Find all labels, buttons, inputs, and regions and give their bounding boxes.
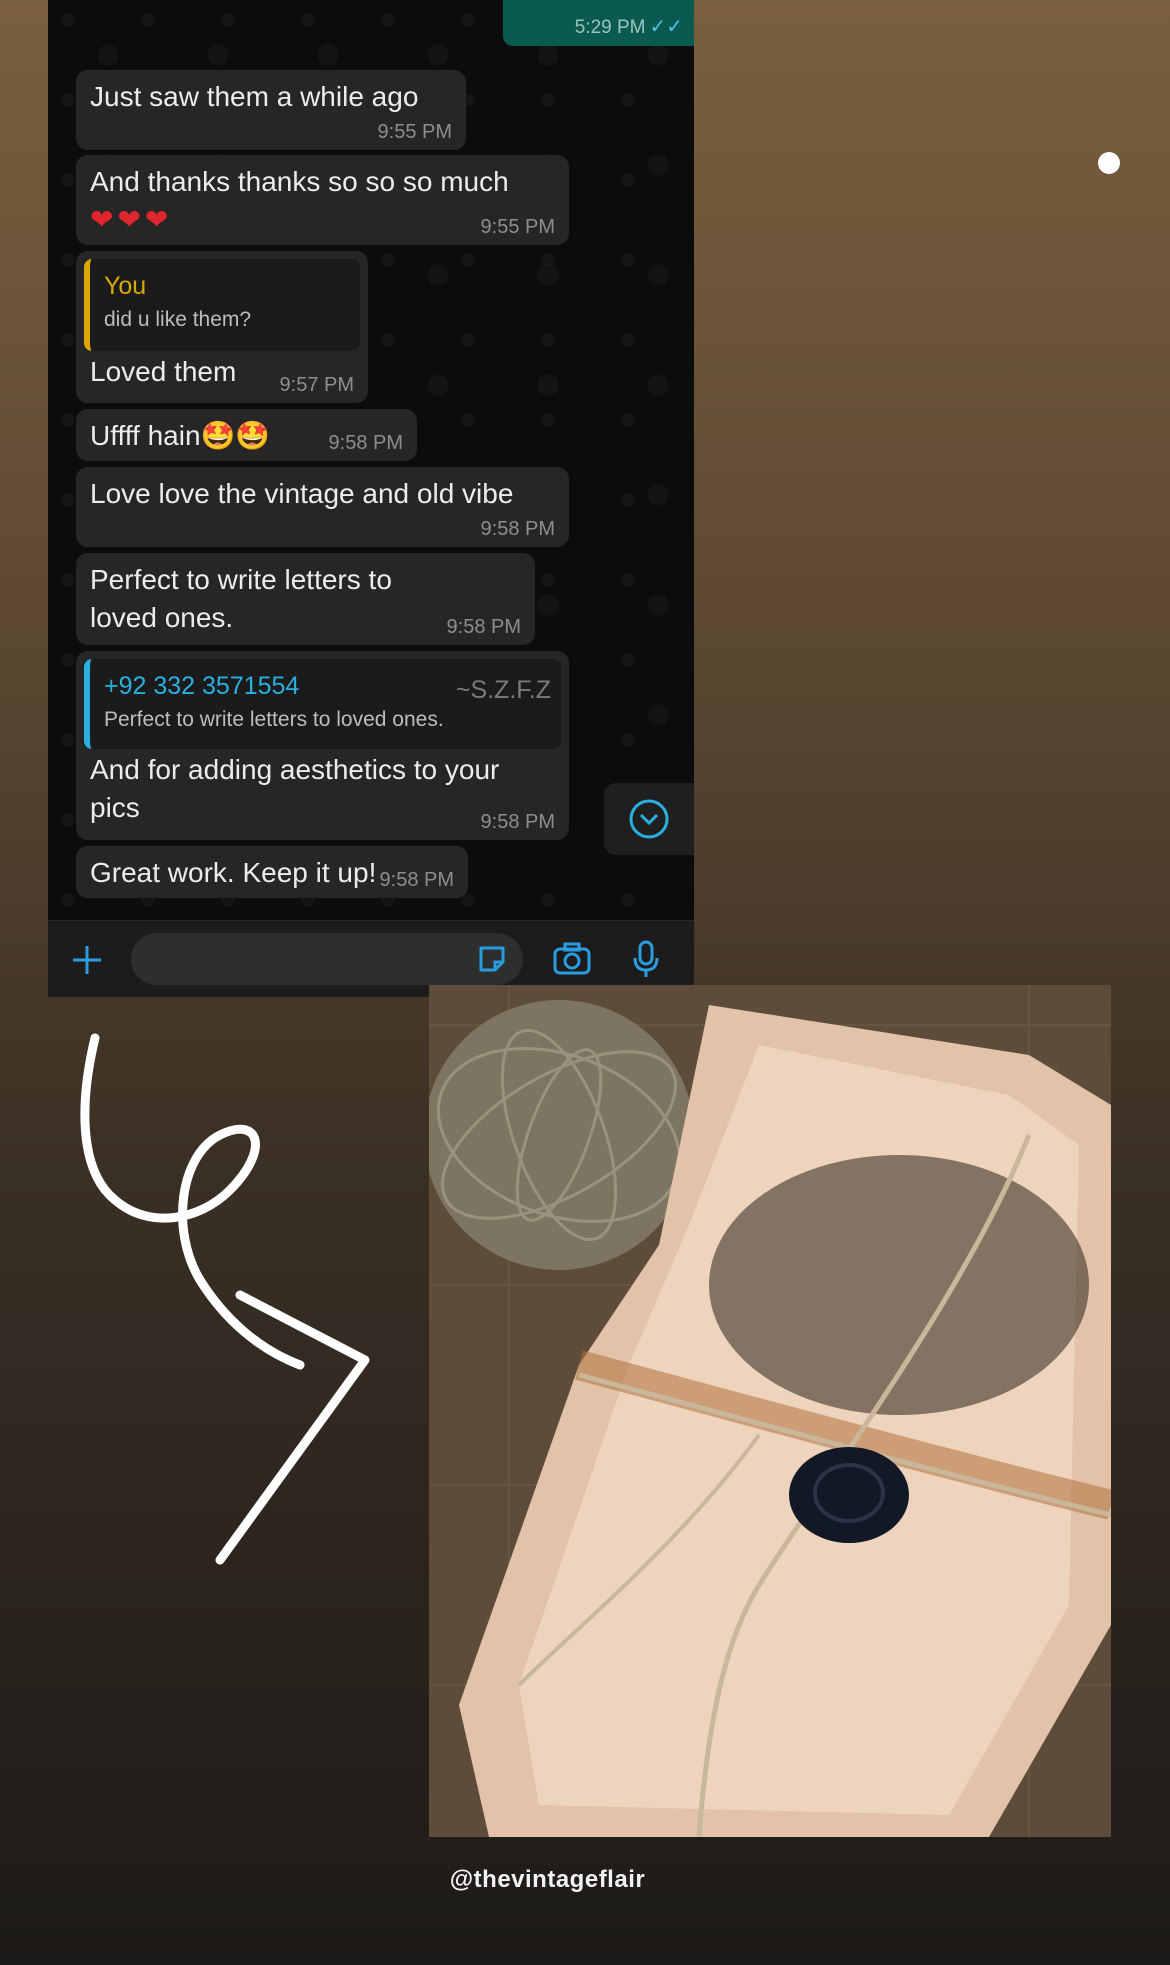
read-ticks-icon: ✓✓ bbox=[649, 16, 683, 38]
reply-message-bubble: You did u like them? Loved them 9:57 PM bbox=[76, 251, 368, 403]
product-photo bbox=[429, 985, 1111, 1837]
message-time: 9:58 PM bbox=[328, 432, 403, 454]
message-bubble: And thanks thanks so so so much ❤❤❤ 9:55… bbox=[76, 155, 569, 245]
quoted-text: Perfect to write letters to loved ones. bbox=[104, 708, 444, 731]
message-time: 9:57 PM bbox=[279, 374, 354, 396]
message-text: Just saw them a while ago bbox=[90, 81, 419, 112]
camera-icon[interactable] bbox=[552, 941, 592, 977]
hearts-emoji: ❤❤❤ bbox=[90, 204, 173, 235]
quoted-sender: You bbox=[104, 272, 147, 300]
message-time: 9:55 PM bbox=[377, 121, 452, 143]
quoted-message[interactable]: +92 332 3571554 ~S.Z.F.Z Perfect to writ… bbox=[84, 659, 561, 749]
message-text: And for adding aesthetics to your pics bbox=[90, 754, 500, 823]
message-time: 9:58 PM bbox=[379, 869, 454, 891]
message-text: Love love the vintage and old vibe bbox=[90, 478, 514, 509]
white-dot-sticker bbox=[1098, 152, 1120, 174]
message-time: 9:55 PM bbox=[480, 216, 555, 238]
microphone-icon[interactable] bbox=[632, 939, 660, 979]
quoted-text: did u like them? bbox=[104, 308, 252, 331]
quoted-sender-alias: ~S.Z.F.Z bbox=[455, 676, 551, 704]
reply-message-bubble: +92 332 3571554 ~S.Z.F.Z Perfect to writ… bbox=[76, 651, 569, 840]
message-time: 5:29 PM ✓✓ bbox=[574, 16, 683, 38]
letters-with-wax-seal-image bbox=[429, 985, 1111, 1837]
whatsapp-chat-screenshot: 5:29 PM ✓✓ Just saw them a while ago 9:55… bbox=[48, 0, 694, 997]
message-text: Loved them bbox=[90, 356, 237, 387]
chevron-down-icon bbox=[629, 799, 669, 839]
message-time: 9:58 PM bbox=[480, 518, 555, 540]
scroll-to-bottom-button[interactable] bbox=[604, 783, 694, 855]
message-bubble: Love love the vintage and old vibe 9:58 … bbox=[76, 467, 569, 547]
account-handle: @thevintageflair bbox=[449, 1866, 646, 1893]
message-bubble: Great work. Keep it up! 9:58 PM bbox=[76, 846, 468, 898]
message-bubble: Just saw them a while ago 9:55 PM bbox=[76, 70, 466, 150]
quoted-message[interactable]: You did u like them? bbox=[84, 259, 360, 351]
sticker-icon[interactable] bbox=[475, 942, 509, 976]
message-input[interactable] bbox=[131, 933, 523, 985]
message-time: 9:58 PM bbox=[480, 811, 555, 833]
message-bubble: Uffff hain🤩🤩 9:58 PM bbox=[76, 409, 417, 461]
outgoing-message-bubble: 5:29 PM ✓✓ bbox=[503, 0, 694, 46]
message-time: 9:58 PM bbox=[446, 616, 521, 638]
message-bubble: Perfect to write letters to loved ones. … bbox=[76, 553, 535, 645]
plus-icon[interactable] bbox=[70, 943, 104, 977]
message-text: And thanks thanks so so so much bbox=[90, 166, 509, 197]
hand-drawn-arrow-icon bbox=[80, 1033, 370, 1565]
